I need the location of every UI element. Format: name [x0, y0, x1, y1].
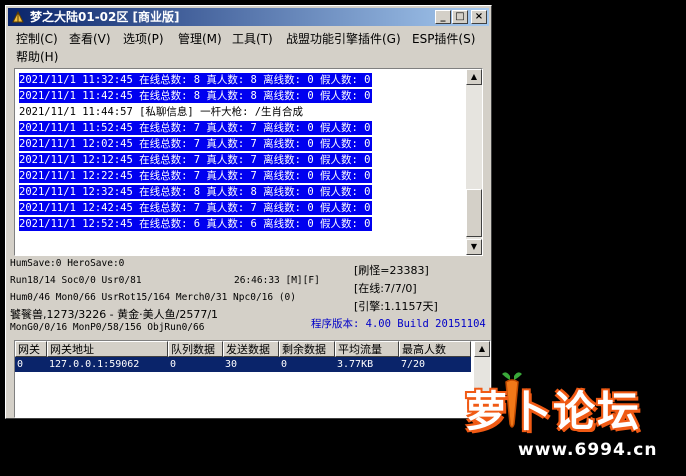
col-header-sent[interactable]: 发送数据: [223, 341, 279, 357]
stat-hum: Hum0/46 Mon0/66 UsrRot15/164 Merch0/31 N…: [10, 292, 296, 303]
col-header-max-users[interactable]: 最高人数: [399, 341, 471, 357]
online-count: [在线:7/7/0]: [354, 282, 417, 295]
stat-save: HumSave:0 HeroSave:0: [10, 258, 125, 269]
watermark-logo-text: 萝卜论坛: [465, 387, 642, 436]
log-line[interactable]: 2021/11/1 11:32:45 在线总数: 8 真人数: 8 离线数: 0…: [19, 73, 373, 87]
menu-options[interactable]: 选项(P): [123, 30, 164, 47]
menu-guild-plugin[interactable]: 战盟功能引擎插件(G): [286, 30, 401, 47]
engine-uptime: [引擎:1.1157天]: [354, 300, 438, 313]
program-version: 程序版本: 4.00 Build 20151104: [311, 318, 486, 330]
menu-esp-plugin[interactable]: ESP插件(S): [412, 30, 475, 47]
log-line[interactable]: 2021/11/1 12:22:45 在线总数: 7 真人数: 7 离线数: 0…: [19, 169, 373, 183]
col-header-avg-traffic[interactable]: 平均流量: [335, 341, 399, 357]
menu-tools[interactable]: 工具(T): [232, 30, 273, 47]
cell-avg-traffic: 3.77KB: [337, 359, 374, 370]
col-header-gateway[interactable]: 网关: [15, 341, 47, 357]
menu-help[interactable]: 帮助(H): [16, 48, 58, 65]
col-header-queue[interactable]: 队列数据: [168, 341, 223, 357]
cell-max-users: 7/20: [401, 359, 426, 370]
scroll-up-icon[interactable]: ▲: [466, 69, 482, 85]
stat-boss: 饕餮兽,1273/3226 - 黄金·美人鱼/2577/1: [10, 308, 219, 321]
menu-control[interactable]: 控制(C): [16, 30, 58, 47]
maximize-icon: □: [455, 11, 465, 22]
minimize-button[interactable]: _: [435, 10, 451, 24]
log-line[interactable]: 2021/11/1 12:32:45 在线总数: 8 真人数: 8 离线数: 0…: [19, 185, 373, 199]
cell-remaining: 0: [281, 359, 288, 370]
watermark-url: www.6994.cn: [518, 440, 658, 460]
cell-address: 127.0.0.1:59062: [49, 359, 140, 370]
log-line[interactable]: 2021/11/1 12:42:45 在线总数: 7 真人数: 7 离线数: 0…: [19, 201, 373, 215]
menu-manage[interactable]: 管理(M): [178, 30, 222, 47]
table-row[interactable]: 0 127.0.0.1:59062 0 30 0 3.77KB 7/20: [15, 357, 471, 372]
log-line[interactable]: 2021/11/1 12:12:45 在线总数: 7 真人数: 7 离线数: 0…: [19, 153, 373, 167]
main-window: 梦之大陆01-02区 [商业版] _ □ × 控制(C) 查看(V) 选项(P)…: [5, 5, 492, 419]
col-header-address[interactable]: 网关地址: [47, 341, 168, 357]
minimize-icon: _: [440, 11, 446, 22]
menu-bar: 控制(C) 查看(V) 选项(P) 管理(M) 工具(T) 战盟功能引擎插件(G…: [10, 28, 487, 66]
cell-queue: 0: [170, 359, 177, 370]
title-bar[interactable]: 梦之大陆01-02区 [商业版] _ □ ×: [8, 8, 489, 26]
log-panel[interactable]: 2021/11/1 11:32:45 在线总数: 8 真人数: 8 离线数: 0…: [14, 68, 483, 256]
scroll-down-icon[interactable]: ▼: [466, 239, 482, 255]
gateway-table[interactable]: 网关 网关地址 队列数据 发送数据 剩余数据 平均流量 最高人数 0 127.0…: [14, 340, 491, 418]
close-button[interactable]: ×: [471, 10, 487, 24]
window-title: 梦之大陆01-02区 [商业版]: [30, 10, 180, 24]
cell-sent: 30: [225, 359, 238, 370]
log-scrollbar[interactable]: ▲ ▼: [466, 69, 482, 255]
log-line[interactable]: 2021/11/1 11:42:45 在线总数: 8 真人数: 8 离线数: 0…: [19, 89, 373, 103]
log-line[interactable]: 2021/11/1 11:44:57 [私聊信息] 一杆大枪: /生肖合成: [19, 105, 306, 119]
stat-uptime: 26:46:33 [M][F]: [234, 275, 320, 286]
close-icon: ×: [474, 11, 484, 22]
log-line[interactable]: 2021/11/1 12:02:45 在线总数: 7 真人数: 7 离线数: 0…: [19, 137, 373, 151]
cell-gateway: 0: [17, 359, 24, 370]
app-icon: [12, 10, 24, 23]
scroll-thumb[interactable]: [466, 189, 482, 237]
log-line[interactable]: 2021/11/1 11:52:45 在线总数: 7 真人数: 7 离线数: 0…: [19, 121, 373, 135]
stat-run: Run18/14 Soc0/0 Usr0/81: [10, 275, 142, 286]
menu-view[interactable]: 查看(V): [69, 30, 111, 47]
scroll-up-icon[interactable]: ▲: [474, 341, 490, 357]
log-line[interactable]: 2021/11/1 12:52:45 在线总数: 6 真人数: 6 离线数: 0…: [19, 217, 373, 231]
col-header-remaining[interactable]: 剩余数据: [279, 341, 335, 357]
stat-mon: MonG0/0/16 MonP0/58/156 ObjRun0/66: [10, 322, 205, 333]
maximize-button[interactable]: □: [452, 10, 468, 24]
refresh-count: [刷怪=23383]: [354, 264, 429, 277]
